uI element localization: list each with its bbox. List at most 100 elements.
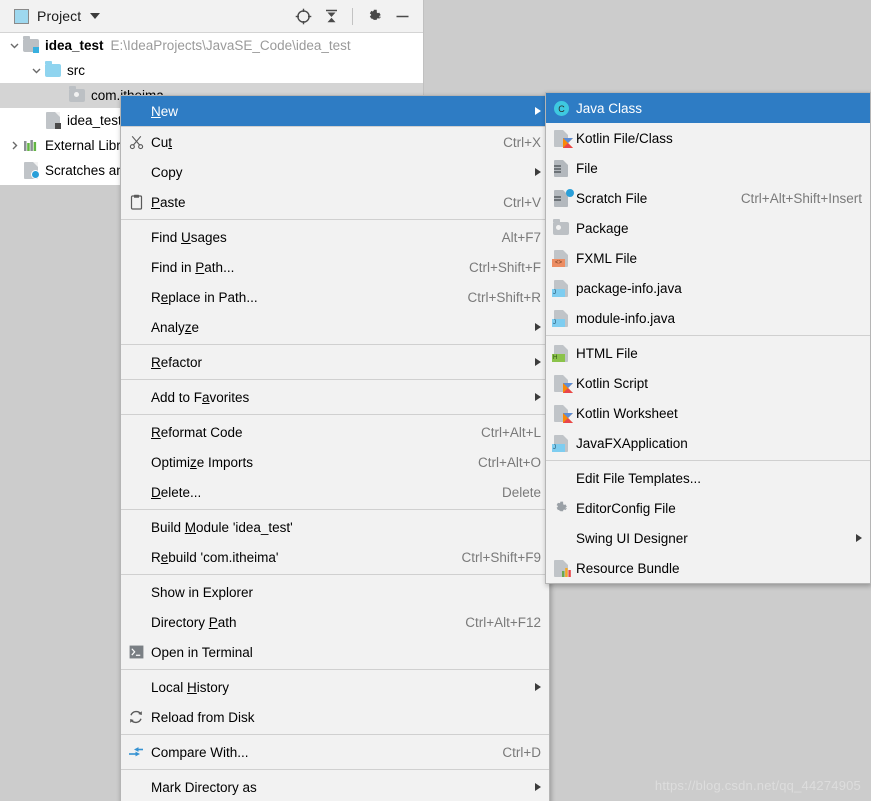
menu-item-label: Find Usages (151, 229, 227, 245)
menu-item-paste[interactable]: Paste Ctrl+V (121, 187, 549, 217)
menu-item-build-module[interactable]: Build Module 'idea_test' (121, 512, 549, 542)
menu-item-find-usages[interactable]: Find Usages Alt+F7 (121, 222, 549, 252)
menu-item-shortcut: Ctrl+Shift+R (467, 289, 541, 305)
menu-item-label: New (151, 103, 179, 119)
tree-node-label: idea_test (45, 38, 104, 53)
submenu-item-file[interactable]: File (546, 153, 870, 183)
menu-item-refactor[interactable]: Refactor (121, 347, 549, 377)
menu-item-shortcut: Ctrl+Alt+L (480, 424, 541, 440)
tool-window-title: Project (37, 8, 82, 24)
menu-item-icon (125, 778, 147, 796)
menu-item-compare-with[interactable]: Compare With... Ctrl+D (121, 737, 549, 767)
submenu-item-kotlin-worksheet[interactable]: Kotlin Worksheet (546, 398, 870, 428)
menu-item-shortcut: Ctrl+Shift+F9 (461, 549, 541, 565)
menu-item-icon (125, 163, 147, 181)
file-icon (550, 159, 572, 177)
submenu-item-editorconfig-file[interactable]: EditorConfig File (546, 493, 870, 523)
menu-item-reformat-code[interactable]: Reformat Code Ctrl+Alt+L (121, 417, 549, 447)
toolbar-actions (290, 3, 415, 29)
submenu-item-javafxapplication[interactable]: J JavaFXApplication (546, 428, 870, 458)
watermark: https://blog.csdn.net/qq_44274905 (654, 778, 861, 793)
menu-item-optimize-imports[interactable]: Optimize Imports Ctrl+Alt+O (121, 447, 549, 477)
menu-item-icon (125, 258, 147, 276)
locate-icon[interactable] (290, 3, 316, 29)
project-toolbar: Project (0, 0, 423, 33)
menu-item-show-in-explorer[interactable]: Show in Explorer (121, 577, 549, 607)
chevron-down-icon[interactable] (6, 38, 22, 54)
menu-item-label: Open in Terminal (151, 644, 253, 660)
submenu-item-label: EditorConfig File (576, 500, 676, 516)
menu-item-icon (125, 228, 147, 246)
menu-separator (121, 669, 549, 670)
menu-item-icon (125, 678, 147, 696)
menu-item-reload-from-disk[interactable]: Reload from Disk (121, 702, 549, 732)
submenu-item-edit-file-templates[interactable]: Edit File Templates... (546, 463, 870, 493)
tree-node-src[interactable]: src (0, 58, 423, 83)
menu-item-cut[interactable]: Cut Ctrl+X (121, 127, 549, 157)
menu-item-replace-in-path[interactable]: Replace in Path... Ctrl+Shift+R (121, 282, 549, 312)
submenu-item-package[interactable]: Package (546, 213, 870, 243)
submenu-item-package-info-java[interactable]: J package-info.java (546, 273, 870, 303)
submenu-item-module-info-java[interactable]: J module-info.java (546, 303, 870, 333)
menu-item-label: Directory Path (151, 614, 237, 630)
tree-node-idea_test[interactable]: idea_test E:\IdeaProjects\JavaSE_Code\id… (0, 33, 423, 58)
menu-item-copy[interactable]: Copy (121, 157, 549, 187)
submenu-item-html-file[interactable]: H HTML File (546, 338, 870, 368)
submenu-item-resource-bundle[interactable]: Resource Bundle (546, 553, 870, 583)
submenu-item-label: module-info.java (576, 310, 676, 326)
menu-item-icon (125, 102, 147, 120)
menu-item-add-to-favorites[interactable]: Add to Favorites (121, 382, 549, 412)
submenu-item-kotlin-script[interactable]: Kotlin Script (546, 368, 870, 398)
submenu-item-shortcut: Ctrl+Alt+Shift+Insert (740, 190, 862, 206)
submenu-item-label: Edit File Templates... (576, 470, 702, 486)
menu-item-mark-directory-as[interactable]: Mark Directory as (121, 772, 549, 801)
menu-item-new[interactable]: New (121, 96, 549, 126)
java-class-icon: C (550, 99, 572, 117)
collapse-all-icon[interactable] (318, 3, 344, 29)
menu-item-label: Delete... (151, 484, 202, 500)
new-submenu[interactable]: C Java Class Kotlin File/Class File Scra… (545, 92, 871, 584)
submenu-item-label: Resource Bundle (576, 560, 680, 576)
menu-item-rebuild[interactable]: Rebuild 'com.itheima' Ctrl+Shift+F9 (121, 542, 549, 572)
menu-separator (121, 734, 549, 735)
submenu-item-swing-ui-designer[interactable]: Swing UI Designer (546, 523, 870, 553)
menu-item-find-in-path[interactable]: Find in Path... Ctrl+Shift+F (121, 252, 549, 282)
submenu-item-java-class[interactable]: C Java Class (546, 93, 870, 123)
menu-item-label: Optimize Imports (151, 454, 254, 470)
chevron-down-icon[interactable] (28, 63, 44, 79)
menu-item-delete[interactable]: Delete... Delete (121, 477, 549, 507)
resource-bundle-icon (550, 559, 572, 577)
menu-item-label: Reformat Code (151, 424, 243, 440)
menu-item-icon (125, 423, 147, 441)
minimize-icon[interactable] (389, 3, 415, 29)
context-menu[interactable]: New Cut Ctrl+X Copy Paste Ctrl+V Find Us… (120, 95, 550, 801)
menu-item-icon (125, 613, 147, 631)
chevron-right-icon[interactable] (6, 138, 22, 154)
tree-node-path: E:\IdeaProjects\JavaSE_Code\idea_test (110, 38, 351, 53)
submenu-item-kotlin-file-class[interactable]: Kotlin File/Class (546, 123, 870, 153)
menu-item-icon (125, 388, 147, 406)
menu-item-label: Build Module 'idea_test' (151, 519, 293, 535)
libraries-icon (22, 137, 40, 154)
menu-item-analyze[interactable]: Analyze (121, 312, 549, 342)
submenu-item-label: File (576, 160, 598, 176)
menu-item-open-in-terminal[interactable]: Open in Terminal (121, 637, 549, 667)
menu-item-label: Cut (151, 134, 173, 150)
submenu-arrow-icon (535, 107, 541, 115)
chevron-down-icon[interactable] (90, 13, 101, 19)
iml-file-icon (44, 112, 62, 129)
submenu-item-label: Kotlin File/Class (576, 130, 673, 146)
menu-item-shortcut: Ctrl+Alt+O (477, 454, 541, 470)
gear-icon[interactable] (361, 3, 387, 29)
menu-separator (121, 509, 549, 510)
project-window-icon (14, 8, 29, 24)
submenu-item-scratch-file[interactable]: Scratch File Ctrl+Alt+Shift+Insert (546, 183, 870, 213)
submenu-item-label: Kotlin Worksheet (576, 405, 678, 421)
menu-item-directory-path[interactable]: Directory Path Ctrl+Alt+F12 (121, 607, 549, 637)
menu-item-icon (125, 518, 147, 536)
menu-item-local-history[interactable]: Local History (121, 672, 549, 702)
menu-item-icon (125, 483, 147, 501)
html-file-icon: H (550, 344, 572, 362)
menu-item-label: Show in Explorer (151, 584, 254, 600)
submenu-item-fxml-file[interactable]: <> FXML File (546, 243, 870, 273)
